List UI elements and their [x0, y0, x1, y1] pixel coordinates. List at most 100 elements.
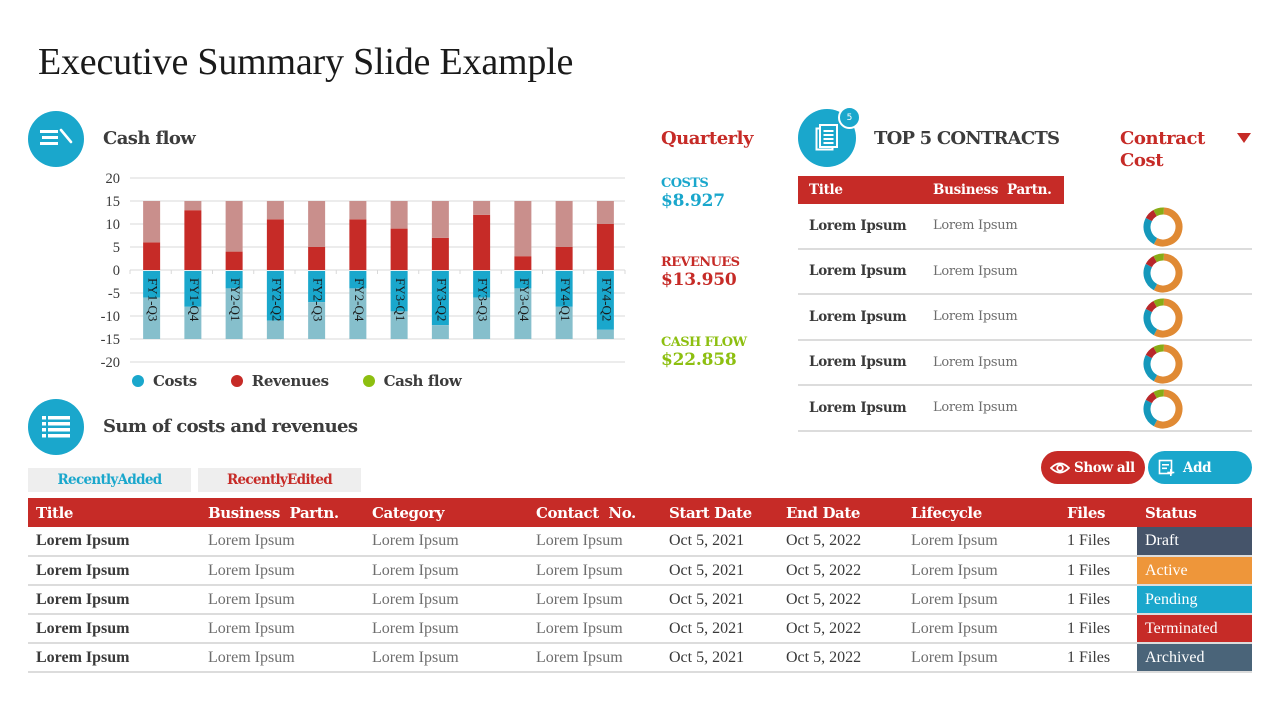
table-row[interactable]: Lorem Ipsum Lorem Ipsum Lorem Ipsum Lore… [28, 556, 1252, 586]
add-label: Add [1183, 459, 1212, 476]
x-category-label: FY3-Q2 [434, 278, 449, 321]
header-start-date[interactable]: Start Date [661, 498, 778, 527]
bar-revenue [390, 228, 408, 270]
cashflow-chart: 20 15 10 5 0 -5 -10 -15 -20 FY1-Q3 FY1-Q4 FY2-Q1 FY2… [101, 171, 626, 371]
donut-segment-green [1153, 298, 1164, 308]
caret-down-icon[interactable] [1237, 133, 1251, 143]
cell-files[interactable]: 1 Files [1059, 527, 1137, 557]
cell-files[interactable]: 1 Files [1059, 556, 1137, 586]
contract-partner: Lorem Ipsum [933, 354, 1018, 370]
header-end-date[interactable]: End Date [778, 498, 903, 527]
contract-cost-label[interactable]: Contract Cost [1120, 128, 1230, 172]
contracts-table-header: Title Business Partn. [798, 176, 1064, 204]
quarterly-cashflow-value: $22.858 [661, 350, 737, 370]
legend-label-revenues: Revenues [251, 372, 329, 390]
table-row[interactable]: Lorem Ipsum Lorem Ipsum Lorem Ipsum Lore… [28, 614, 1252, 644]
header-partner[interactable]: Business Partn. [200, 498, 364, 527]
x-category-label: FY4-Q2 [599, 278, 614, 321]
cell-title: Lorem Ipsum [28, 527, 200, 557]
contracts-header-partner: Business Partn. [933, 182, 1052, 198]
contract-row[interactable]: Lorem Ipsum Lorem Ipsum [798, 204, 1252, 250]
donut-segment-red [1145, 392, 1158, 404]
table-row[interactable]: Lorem Ipsum Lorem Ipsum Lorem Ipsum Lore… [28, 527, 1252, 557]
contracts-title: TOP 5 CONTRACTS [874, 128, 1060, 149]
cell-lifecycle: Lorem Ipsum [903, 527, 1059, 557]
x-category-label: FY3-Q1 [393, 278, 408, 321]
bar-cost-remaining [266, 320, 284, 339]
cell-partner: Lorem Ipsum [200, 556, 364, 586]
table-row[interactable]: Lorem Ipsum Lorem Ipsum Lorem Ipsum Lore… [28, 585, 1252, 615]
legend-dot-revenues [230, 375, 243, 387]
bar-revenue-remaining [555, 201, 573, 247]
quarterly-revenues-label: REVENUES [661, 255, 740, 270]
donut-segment-blue [1143, 263, 1158, 290]
x-category-label: FY2-Q4 [352, 278, 367, 322]
contract-row[interactable]: Lorem Ipsum Lorem Ipsum [798, 341, 1252, 386]
contracts-header-title: Title [809, 182, 843, 198]
cell-files[interactable]: 1 Files [1059, 614, 1137, 644]
cell-end-date: Oct 5, 2022 [778, 585, 903, 615]
cell-end-date: Oct 5, 2022 [778, 614, 903, 644]
bar-revenue [596, 224, 614, 270]
cell-contact: Lorem Ipsum [528, 585, 661, 615]
contract-partner: Lorem Ipsum [933, 400, 1018, 416]
header-files[interactable]: Files [1059, 498, 1137, 527]
quarterly-title: Quarterly [661, 128, 753, 149]
contracts-count-badge: 5 [838, 106, 861, 129]
header-contact[interactable]: Contact No. [528, 498, 661, 527]
cell-category: Lorem Ipsum [364, 556, 528, 586]
header-category[interactable]: Category [364, 498, 528, 527]
cell-title: Lorem Ipsum [28, 614, 200, 644]
show-all-button[interactable]: Show all [1041, 451, 1145, 484]
bar-revenue-remaining [390, 201, 408, 229]
bar-revenue-remaining [514, 201, 532, 257]
cell-title: Lorem Ipsum [28, 556, 200, 586]
y-tick-label: -20 [101, 355, 120, 371]
bar-revenue [225, 251, 243, 270]
tab-recently-edited[interactable]: RecentlyEdited [198, 468, 361, 492]
contract-row[interactable]: Lorem Ipsum Lorem Ipsum [798, 250, 1252, 295]
cell-end-date: Oct 5, 2022 [778, 527, 903, 557]
header-title[interactable]: Title [28, 498, 200, 527]
contracts-list: Lorem Ipsum Lorem Ipsum Lorem Ipsum Lore… [798, 204, 1252, 432]
x-category-label: FY2-Q2 [269, 278, 284, 321]
x-category-label: FY2-Q3 [311, 278, 326, 321]
donut-segment-orange [1153, 298, 1183, 338]
status-badge: Terminated [1137, 614, 1252, 644]
cell-partner: Lorem Ipsum [200, 614, 364, 644]
add-button[interactable]: Add [1148, 451, 1252, 484]
contract-title: Lorem Ipsum [809, 308, 907, 325]
contract-title: Lorem Ipsum [809, 399, 907, 416]
legend-item-cashflow: Cash flow [362, 372, 462, 390]
cell-files[interactable]: 1 Files [1059, 643, 1137, 673]
cell-category: Lorem Ipsum [364, 527, 528, 557]
donut-segment-blue [1143, 354, 1158, 381]
chart-legend: Costs Revenues Cash flow [132, 372, 495, 390]
contract-title: Lorem Ipsum [809, 263, 907, 280]
cashflow-title: Cash flow [103, 128, 196, 149]
cell-title: Lorem Ipsum [28, 643, 200, 673]
cell-contact: Lorem Ipsum [528, 556, 661, 586]
cell-contact: Lorem Ipsum [528, 614, 661, 644]
page-title: Executive Summary Slide Example [38, 41, 574, 83]
bar-revenue-remaining [596, 201, 614, 224]
cell-files[interactable]: 1 Files [1059, 585, 1137, 615]
x-category-label: FY1-Q4 [187, 278, 202, 322]
table-row[interactable]: Lorem Ipsum Lorem Ipsum Lorem Ipsum Lore… [28, 643, 1252, 673]
donut-segment-red [1145, 346, 1158, 358]
add-note-icon [1158, 459, 1175, 476]
donut-segment-green [1153, 253, 1164, 262]
header-lifecycle[interactable]: Lifecycle [903, 498, 1059, 527]
donut-segment-green [1153, 389, 1164, 399]
bar-revenue [555, 247, 573, 270]
tab-recently-added[interactable]: RecentlyAdded [28, 468, 191, 492]
bar-cost-remaining [431, 325, 449, 339]
y-tick-label: -10 [101, 309, 120, 325]
contract-row[interactable]: Lorem Ipsum Lorem Ipsum [798, 386, 1252, 432]
contract-cost-donut [1143, 298, 1183, 338]
contract-row[interactable]: Lorem Ipsum Lorem Ipsum [798, 295, 1252, 341]
donut-segment-orange [1153, 344, 1183, 383]
header-status[interactable]: Status [1137, 498, 1252, 527]
cell-lifecycle: Lorem Ipsum [903, 614, 1059, 644]
y-tick-label: 20 [106, 171, 121, 187]
